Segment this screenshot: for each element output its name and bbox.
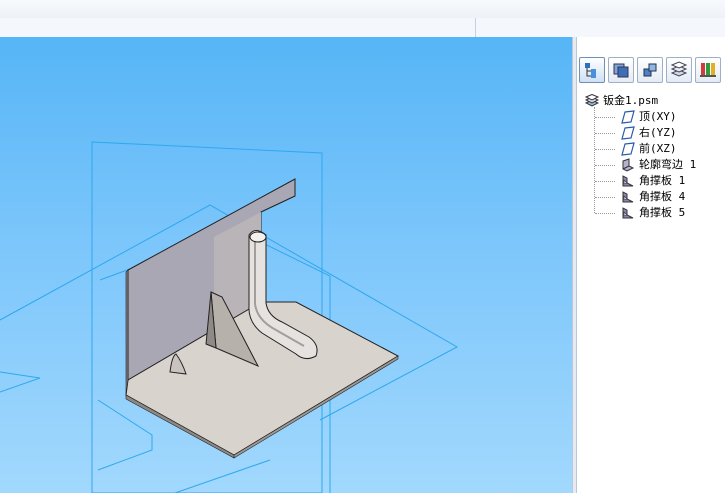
toolbar-separator (475, 18, 476, 37)
3d-viewport[interactable] (0, 37, 572, 493)
tree-item-label: 角撑板 1 (639, 174, 686, 187)
tree-item-label: 前(XZ) (639, 142, 677, 155)
top-plane-edge (0, 371, 41, 393)
toolbar-strip (0, 18, 725, 38)
tree-item-label: 角撑板 5 (639, 206, 686, 219)
title-bar (0, 0, 725, 19)
plane-edge (174, 459, 271, 493)
tree-item-label: 顶(XY) (639, 110, 677, 123)
feature-tree-tab-icon[interactable] (579, 57, 605, 83)
model-graphics[interactable] (0, 37, 572, 493)
gusset-icon (622, 175, 634, 187)
tree-item-label: 角撑板 4 (639, 190, 686, 203)
plane-icon (621, 126, 635, 140)
plane-icon (621, 142, 635, 156)
vertical-flange-edge (125, 269, 129, 396)
tree-root-label: 钣金1.psm (603, 94, 659, 107)
rib-end-cap (249, 231, 267, 243)
contour-flange-icon (622, 158, 635, 172)
gusset-icon (622, 207, 634, 219)
library-tab-icon[interactable] (695, 57, 721, 83)
plane-icon (621, 110, 635, 124)
tree-item-label: 右(YZ) (639, 126, 677, 139)
parts-tab-icon[interactable] (637, 57, 663, 83)
tree-item-label: 轮廓弯边 1 (639, 158, 697, 171)
gusset-icon (622, 191, 634, 203)
panel-tabs (577, 57, 725, 87)
sheetmetal-part-icon (585, 94, 599, 107)
sheets-tab-icon[interactable] (666, 57, 692, 83)
layers-tab-icon[interactable] (608, 57, 634, 83)
pathfinder-panel: 钣金1.psm 顶(XY) 右(YZ) 前(XZ) 轮廓弯边 1 角撑板 1 角… (577, 37, 725, 493)
right-plane-edge (97, 399, 153, 471)
